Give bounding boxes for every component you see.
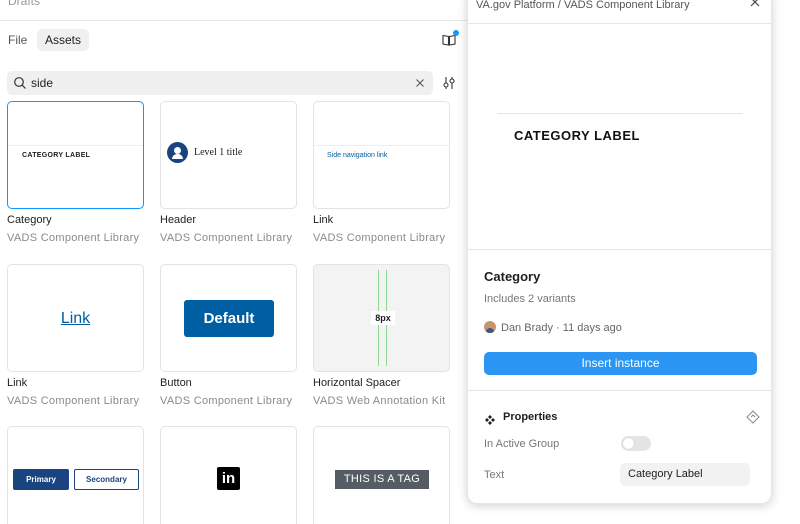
asset-name: Link (313, 214, 334, 226)
preview-divider (497, 113, 743, 114)
asset-name: Button (160, 377, 192, 389)
asset-name: Category (7, 214, 52, 226)
asset-library: VADS Component Library (7, 232, 140, 244)
assets-panel: Drafts File Assets CATEGORY LABEL Catego… (0, 0, 467, 524)
author-meta: Dan Brady · 11 days ago (501, 322, 622, 334)
linkedin-icon: in (217, 467, 240, 490)
asset-library: VADS Component Library (313, 232, 446, 244)
asset-name: Horizontal Spacer (313, 377, 401, 389)
active-group-toggle[interactable] (621, 436, 651, 451)
updated-time: 11 days ago (562, 322, 622, 334)
drafts-label: Drafts (8, 0, 41, 8)
detail-header-divider (468, 23, 771, 24)
asset-thumbnail[interactable]: Side navigation link (313, 101, 450, 209)
properties-divider (468, 390, 771, 391)
preview-sidenav-link: Side navigation link (327, 152, 388, 159)
meta-separator: · (556, 322, 560, 334)
asset-library: VADS Component Library (160, 232, 293, 244)
preview-category-label: CATEGORY LABEL (22, 152, 91, 159)
filter-settings-icon[interactable] (441, 75, 457, 91)
preview-primary-button: Primary (13, 469, 69, 490)
asset-thumbnail[interactable]: Level 1 title (160, 101, 297, 209)
search-bar[interactable] (7, 71, 433, 95)
asset-card-header[interactable]: Level 1 title Header VADS Component Libr… (160, 101, 297, 244)
asset-name: Link (7, 377, 28, 389)
notification-dot (453, 30, 459, 36)
user-avatar-icon (167, 142, 188, 163)
close-icon[interactable] (749, 0, 761, 7)
library-book-icon[interactable] (441, 30, 459, 48)
header-divider (0, 20, 467, 21)
clear-search-icon[interactable] (413, 76, 427, 90)
asset-card-horizontal-spacer[interactable]: 8px Horizontal Spacer VADS Web Annotatio… (313, 264, 450, 407)
asset-thumbnail[interactable]: Link (7, 264, 144, 372)
asset-thumbnail[interactable]: CATEGORY LABEL (7, 101, 144, 209)
asset-card-linkedin[interactable]: in (160, 426, 297, 524)
asset-thumbnail[interactable]: in (160, 426, 297, 524)
asset-library: VADS Web Annotation Kit (313, 395, 446, 407)
text-property-field[interactable]: Category Label (620, 463, 750, 486)
asset-library: VADS Component Library (7, 395, 140, 407)
go-to-main-component-icon[interactable] (746, 410, 760, 424)
tab-assets[interactable]: Assets (37, 29, 90, 51)
asset-thumbnail[interactable]: Default (160, 264, 297, 372)
preview-divider-bottom (468, 249, 771, 250)
asset-card-button-pair[interactable]: Primary Secondary (7, 426, 144, 524)
search-input[interactable] (31, 74, 411, 92)
author-name: Dan Brady (501, 322, 553, 334)
insert-instance-button[interactable]: Insert instance (484, 352, 757, 375)
preview-default-button: Default (184, 300, 274, 337)
preview-divider (8, 145, 143, 146)
preview-header-title: Level 1 title (194, 147, 243, 158)
properties-title: Properties (503, 411, 558, 423)
component-properties-icon (485, 412, 495, 425)
preview-tag: THIS IS A TAG (335, 470, 429, 489)
asset-library: VADS Component Library (160, 395, 293, 407)
asset-detail-panel: VA.gov Platform / VADS Component Library… (467, 0, 772, 504)
preview-secondary-button: Secondary (74, 469, 139, 490)
asset-name: Header (160, 214, 197, 226)
asset-card-link-sidenav[interactable]: Side navigation link Link VADS Component… (313, 101, 450, 244)
preview-divider (314, 145, 449, 146)
avatar (484, 321, 496, 333)
property-label-active-group: In Active Group (484, 438, 560, 450)
component-preview-text: CATEGORY LABEL (514, 128, 640, 143)
property-label-text: Text (484, 469, 505, 481)
variants-count: Includes 2 variants (484, 293, 576, 305)
search-icon (13, 76, 27, 90)
breadcrumb[interactable]: VA.gov Platform / VADS Component Library (476, 0, 690, 11)
asset-card-link[interactable]: Link Link VADS Component Library (7, 264, 144, 407)
asset-thumbnail[interactable]: Primary Secondary (7, 426, 144, 524)
tab-file[interactable]: File (8, 29, 27, 51)
preview-link: Link (60, 310, 91, 327)
asset-card-button[interactable]: Default Button VADS Component Library (160, 264, 297, 407)
asset-card-tag[interactable]: THIS IS A TAG (313, 426, 450, 524)
preview-spacer-size: 8px (371, 311, 395, 325)
asset-thumbnail[interactable]: THIS IS A TAG (313, 426, 450, 524)
asset-card-category[interactable]: CATEGORY LABEL Category VADS Component L… (7, 101, 144, 244)
component-title: Category (484, 269, 541, 284)
asset-thumbnail[interactable]: 8px (313, 264, 450, 372)
